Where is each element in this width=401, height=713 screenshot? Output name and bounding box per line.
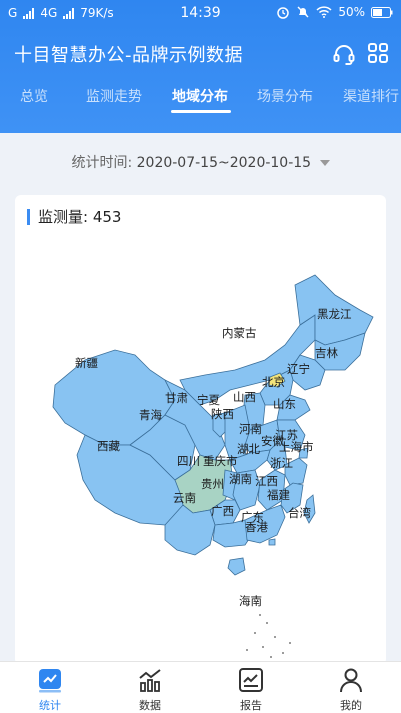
report-icon (239, 668, 263, 692)
tab-channel[interactable]: 渠道排行 (343, 86, 399, 106)
tab-active-indicator (171, 110, 231, 113)
app-grid-icon[interactable] (367, 42, 389, 64)
label-gansu: 甘肃 (165, 391, 188, 405)
metric-value: 453 (92, 208, 122, 226)
nav-stats[interactable]: 统计 (20, 666, 80, 713)
mute-icon (297, 6, 309, 18)
label-guizhou: 贵州 (201, 477, 224, 491)
stats-icon (39, 669, 61, 693)
caret-down-icon (319, 160, 330, 166)
region-hainan (227, 557, 246, 576)
bar-chart-icon (139, 669, 161, 692)
metric-summary: 监测量: 453 (27, 209, 121, 225)
label-hongkong: 香港 (245, 520, 268, 534)
battery-icon (371, 6, 393, 18)
label-shandong: 山东 (273, 397, 296, 411)
label-taiwan: 台湾 (288, 506, 311, 520)
region-card: 监测量: 453 黑龙江 吉林 辽宁 内蒙古 北京 新疆 甘肃 宁夏 山西 山东… (15, 195, 386, 665)
label-sichuan: 四川 (177, 454, 200, 468)
label-jilin: 吉林 (315, 346, 338, 360)
south-sea-islands (246, 614, 291, 658)
label-neimenggu: 内蒙古 (222, 326, 257, 340)
date-filter-value: 2020-07-15~2020-10-15 (136, 155, 312, 171)
alarm-icon (277, 7, 290, 19)
china-map: 黑龙江 吉林 辽宁 内蒙古 北京 新疆 甘肃 宁夏 山西 山东 青海 陕西 河南… (52, 274, 374, 658)
label-xinjiang: 新疆 (75, 356, 98, 370)
tab-scene[interactable]: 场景分布 (257, 86, 313, 106)
label-beijing: 北京 (262, 375, 285, 389)
label-hunan: 湖南 (229, 472, 252, 486)
label-ningxia: 宁夏 (197, 393, 220, 407)
tab-trend[interactable]: 监测走势 (86, 86, 142, 106)
label-qinghai: 青海 (139, 408, 162, 422)
metric-label: 监测量: (38, 208, 89, 226)
label-shanxi: 山西 (233, 390, 256, 404)
label-shaanxi: 陕西 (211, 407, 234, 421)
label-hubei: 湖北 (237, 442, 260, 456)
label-shanghai: 上海市 (279, 440, 314, 454)
label-xizang: 西藏 (97, 439, 120, 453)
battery-percent: 50% (338, 5, 365, 19)
tab-bar: 总览 监测走势 地域分布 场景分布 渠道排行 (0, 80, 401, 116)
headset-icon[interactable] (332, 42, 356, 66)
label-guangxi: 广西 (211, 504, 234, 518)
user-icon (340, 668, 362, 693)
nav-mine[interactable]: 我的 (321, 666, 381, 713)
wifi-icon (316, 6, 332, 18)
nav-data[interactable]: 数据 (120, 666, 180, 713)
label-liaoning: 辽宁 (287, 362, 310, 376)
bottom-nav: 统计 数据 报告 我的 (0, 661, 401, 713)
tab-overview[interactable]: 总览 (20, 86, 48, 106)
nav-mine-label: 我的 (340, 699, 362, 712)
app-header: G 4G 79K/s 14:39 50% 十目智慧办公-品牌示例数据 总览 监测… (0, 0, 401, 133)
status-right: 50% (276, 5, 393, 19)
date-filter-label: 统计时间: (71, 155, 133, 171)
label-jiangxi: 江西 (255, 474, 278, 488)
page-title: 十目智慧办公-品牌示例数据 (14, 45, 243, 66)
label-henan: 河南 (239, 422, 262, 436)
nav-report[interactable]: 报告 (221, 666, 281, 713)
label-heilongjiang: 黑龙江 (317, 307, 352, 321)
nav-data-label: 数据 (139, 699, 161, 712)
tab-region[interactable]: 地域分布 (172, 86, 228, 106)
status-bar: G 4G 79K/s 14:39 50% (0, 0, 401, 28)
nav-report-label: 报告 (240, 699, 262, 712)
label-chongqing: 重庆市 (203, 454, 238, 468)
label-zhejiang: 浙江 (270, 456, 293, 470)
label-fujian: 福建 (267, 488, 290, 502)
label-hainan: 海南 (239, 594, 262, 608)
nav-stats-label: 统计 (39, 699, 61, 712)
date-filter[interactable]: 统计时间: 2020-07-15~2020-10-15 (0, 152, 401, 172)
region-hongkong (268, 538, 276, 546)
label-yunnan: 云南 (173, 491, 196, 505)
title-bar: 十目智慧办公-品牌示例数据 (0, 36, 401, 72)
